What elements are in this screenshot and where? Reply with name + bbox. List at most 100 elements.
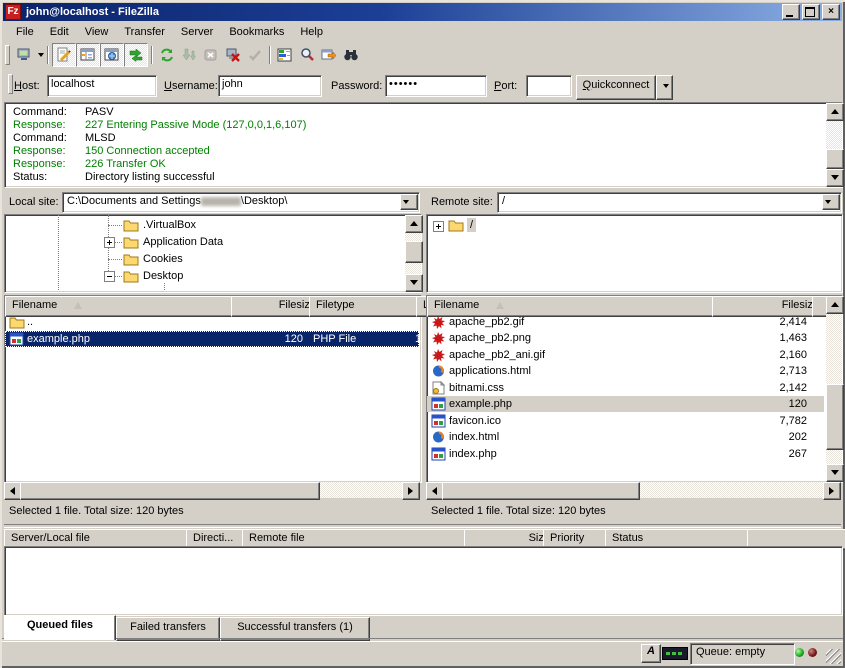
scroll-right-button[interactable]: [823, 482, 841, 500]
queue-status-panel: Queue: empty: [690, 643, 795, 665]
password-input[interactable]: ••••••: [385, 75, 487, 97]
quickconnect-button[interactable]: Quickconnect: [576, 75, 656, 100]
host-input[interactable]: localhost: [47, 75, 157, 97]
remote-list-scrollbar[interactable]: [826, 296, 842, 480]
menu-server[interactable]: Server: [173, 24, 221, 40]
file-size: 2,142: [707, 382, 807, 394]
local-path-suffix: \Desktop\: [241, 195, 287, 207]
menu-edit[interactable]: Edit: [42, 24, 77, 40]
scrollbar-thumb[interactable]: [20, 482, 320, 500]
local-tree-scrollbar[interactable]: [405, 215, 421, 290]
local-horizontal-scrollbar[interactable]: [4, 482, 420, 498]
scrollbar-thumb[interactable]: [826, 384, 844, 450]
remote-file-row-selected[interactable]: example.php 120: [427, 396, 824, 412]
quickconnect-dropdown-button[interactable]: [656, 75, 673, 100]
remote-file-row[interactable]: bitnami.css 2,142: [427, 380, 824, 396]
site-manager-button[interactable]: [13, 44, 35, 66]
scroll-up-button[interactable]: [826, 103, 844, 121]
speed-limit-indicator-icon[interactable]: [662, 647, 688, 660]
collapse-minus-icon[interactable]: [104, 271, 115, 282]
synchronized-browsing-button[interactable]: [318, 44, 340, 66]
local-site-combobox[interactable]: C:\Documents and Settings\Desktop\: [62, 192, 420, 213]
toggle-message-log-button[interactable]: [52, 43, 76, 67]
remote-file-row[interactable]: index.html 202: [427, 429, 824, 445]
file-name: index.html: [449, 431, 499, 443]
scroll-down-button[interactable]: [405, 274, 423, 292]
process-queue-button[interactable]: [178, 44, 200, 66]
scrollbar-thumb[interactable]: [826, 149, 844, 169]
port-input[interactable]: [526, 75, 572, 97]
username-input[interactable]: john: [218, 75, 322, 97]
local-file-row[interactable]: ..: [5, 314, 419, 330]
ascii-data-type-icon[interactable]: A: [641, 644, 661, 663]
refresh-button[interactable]: [156, 44, 178, 66]
tree-item-application-data[interactable]: Application Data: [143, 236, 223, 248]
remote-site-combobox[interactable]: /: [497, 192, 842, 213]
menu-view[interactable]: View: [77, 24, 117, 40]
toggle-local-tree-button[interactable]: [76, 43, 100, 67]
scroll-right-button[interactable]: [402, 482, 420, 500]
triangle-down-icon: [831, 175, 839, 180]
menu-transfer[interactable]: Transfer: [116, 24, 173, 40]
minimize-icon: [786, 15, 793, 17]
local-file-row-selected[interactable]: example.php 120 PHP File 1: [5, 331, 419, 347]
message-log-icon: [56, 47, 72, 63]
cancel-operation-button[interactable]: [200, 44, 222, 66]
disconnect-button[interactable]: [222, 44, 244, 66]
close-button[interactable]: ×: [822, 4, 840, 20]
tree-item-virtualbox[interactable]: .VirtualBox: [143, 219, 196, 231]
toggle-transfer-queue-button[interactable]: [124, 43, 148, 67]
toolbar-grip[interactable]: [5, 45, 10, 65]
remote-file-row[interactable]: apache_pb2_ani.gif 2,160: [427, 347, 824, 363]
quickconnect-grip[interactable]: [8, 74, 13, 94]
remote-file-row[interactable]: apache_pb2.png 1,463: [427, 330, 824, 346]
reconnect-button[interactable]: [244, 44, 266, 66]
toggle-remote-tree-button[interactable]: [100, 43, 124, 67]
tab-queued-files[interactable]: Queued files: [4, 615, 116, 640]
remote-file-row[interactable]: index.php 267: [427, 446, 824, 462]
tree-item-root[interactable]: /: [467, 218, 476, 232]
log-line: Response:226 Transfer OK: [13, 158, 753, 171]
resize-grip[interactable]: [826, 649, 841, 664]
sort-ascending-icon: [496, 302, 504, 309]
ascii-letter: A: [647, 645, 655, 657]
transfer-queue-icon: [128, 47, 144, 63]
activity-led-green-icon: [795, 648, 804, 657]
scroll-down-button[interactable]: [826, 464, 844, 482]
remote-file-row[interactable]: applications.html 2,713: [427, 363, 824, 379]
queue-list[interactable]: [4, 546, 843, 616]
scroll-up-button[interactable]: [826, 296, 844, 314]
scroll-up-button[interactable]: [405, 215, 423, 233]
file-size: 267: [707, 448, 807, 460]
local-site-dropdown-button[interactable]: [400, 194, 418, 210]
remote-horizontal-scrollbar[interactable]: [426, 482, 841, 498]
log-scrollbar[interactable]: [826, 103, 842, 185]
remote-selection-status: Selected 1 file. Total size: 120 bytes: [426, 500, 843, 525]
directory-listing-filters-button[interactable]: [274, 44, 296, 66]
log-line: Command:MLSD: [13, 132, 753, 145]
remote-site-dropdown-button[interactable]: [822, 194, 840, 210]
remote-directory-tree[interactable]: /: [426, 214, 843, 293]
remote-file-row[interactable]: favicon.ico 7,782: [427, 413, 824, 429]
menu-bookmarks[interactable]: Bookmarks: [221, 24, 292, 40]
minimize-button[interactable]: [782, 4, 800, 20]
scrollbar-thumb[interactable]: [442, 482, 640, 500]
maximize-button[interactable]: [802, 4, 820, 20]
tree-item-cookies[interactable]: Cookies: [143, 253, 183, 265]
expand-plus-icon[interactable]: [104, 237, 115, 248]
menu-file[interactable]: File: [8, 24, 42, 40]
find-files-button[interactable]: [340, 44, 362, 66]
close-icon: ×: [823, 5, 839, 18]
site-manager-dropdown-icon[interactable]: [38, 53, 44, 57]
scroll-down-button[interactable]: [826, 169, 844, 187]
directory-comparison-button[interactable]: [296, 44, 318, 66]
scrollbar-thumb[interactable]: [405, 241, 423, 263]
expand-plus-icon[interactable]: [433, 221, 444, 232]
menu-help[interactable]: Help: [292, 24, 331, 40]
tree-item-desktop[interactable]: Desktop: [143, 270, 183, 282]
remote-file-list[interactable]: Filename Filesize apache_pb2.gif 2,414 a…: [426, 295, 843, 483]
status-bar: A Queue: empty: [2, 640, 843, 666]
remote-file-row[interactable]: apache_pb2.gif 2,414: [427, 314, 824, 330]
local-file-list[interactable]: Filename Filesize Filetype L .. example.…: [4, 295, 422, 483]
local-directory-tree[interactable]: .VirtualBox Application Data Cookies Des…: [4, 214, 422, 293]
